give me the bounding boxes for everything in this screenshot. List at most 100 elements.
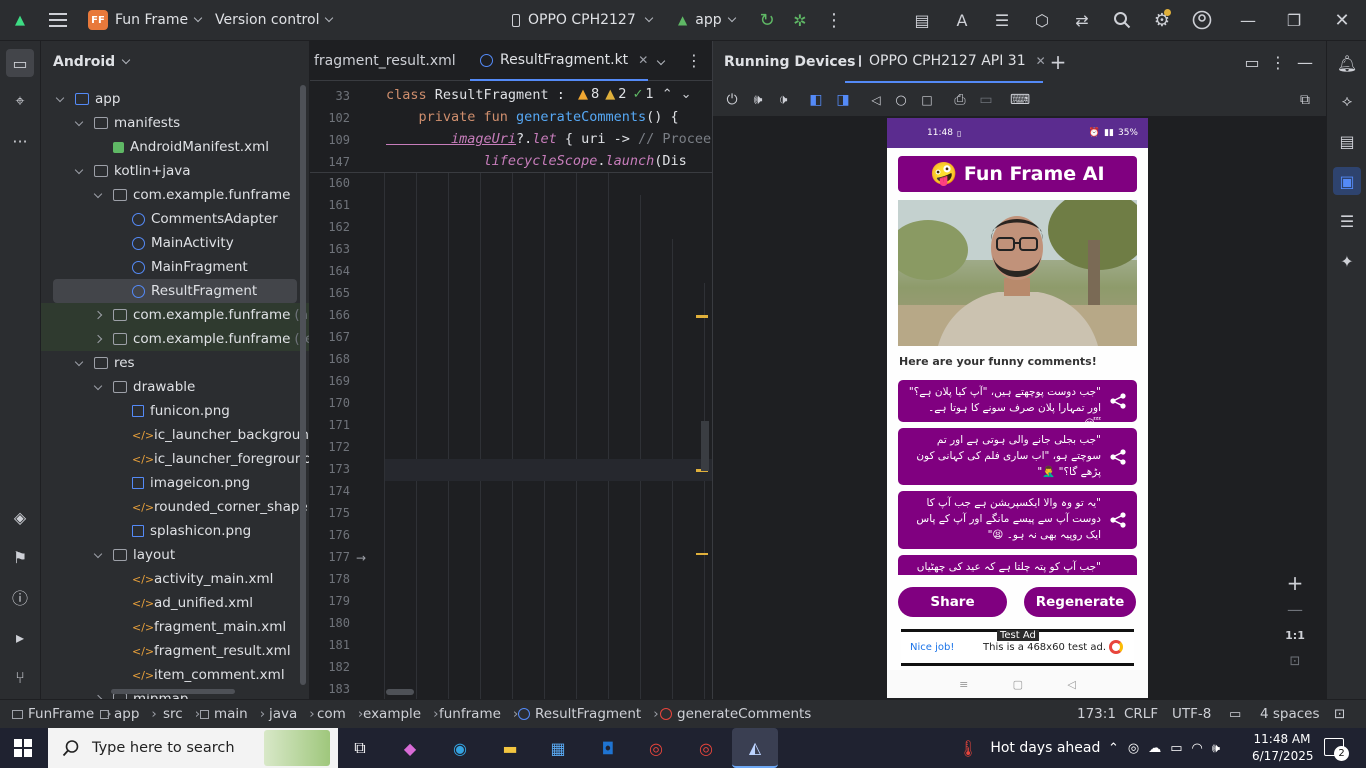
folding-arrow-icon[interactable]: → — [356, 551, 366, 565]
device-manager-icon[interactable]: ▤ — [910, 8, 934, 32]
tree-item[interactable]: </> rounded_corner_shape.xr — [41, 495, 309, 519]
volume-up-icon[interactable]: 🕪 — [747, 89, 769, 111]
sticky-code-line[interactable]: private fun generateComments() { — [386, 109, 679, 125]
share-icon[interactable] — [1109, 448, 1127, 466]
comment-card[interactable]: "جب آپ کو پتہ چلتا ہے کہ عید کی چھٹیاں — [898, 555, 1137, 575]
copilot-icon[interactable]: ◆ — [394, 732, 426, 764]
notifications-icon[interactable]: 🔔︎ — [1333, 49, 1361, 77]
tree-item[interactable]: kotlin+java — [41, 159, 309, 183]
tab-list-chevron-icon[interactable] — [656, 53, 672, 67]
sync-icon[interactable]: ⇄ — [1070, 8, 1094, 32]
tree-item[interactable]: manifests — [41, 111, 309, 135]
panel-options-icon[interactable]: ⋮ — [1267, 51, 1289, 73]
rotate-left-icon[interactable]: ◧ — [805, 89, 827, 111]
tree-item[interactable]: com.example.funframe(test — [41, 327, 309, 351]
translate-icon[interactable]: A — [950, 8, 974, 32]
home-icon[interactable]: ○ — [890, 89, 912, 111]
chrome-profile-icon[interactable]: ◎ — [690, 732, 722, 764]
breadcrumb-item[interactable]: funframe › — [434, 700, 518, 728]
test-ad-banner[interactable]: Test Ad Nice job! This is a 468x60 test … — [901, 629, 1134, 666]
back-icon[interactable]: ◁ — [865, 89, 887, 111]
breadcrumb-item[interactable]: main › — [200, 700, 265, 728]
comment-card[interactable]: "جب دوست پوچھتے ہیں، "آپ کیا پلان ہے؟" ا… — [898, 380, 1137, 430]
search-icon[interactable] — [1110, 8, 1134, 32]
zoom-fit-icon[interactable]: ⊡ — [1281, 649, 1309, 673]
breadcrumb-item[interactable]: FunFrame › — [12, 700, 112, 728]
chat-icon[interactable]: ▭ — [1229, 700, 1241, 728]
main-menu-icon[interactable] — [46, 8, 70, 32]
tree-item[interactable]: splashicon.png — [41, 519, 309, 543]
outlook-icon[interactable]: ◘ — [592, 732, 624, 764]
tree-item[interactable]: com.example.funframe(andr — [41, 303, 309, 327]
device-tab[interactable]: OPPO CPH2127 API 31 ✕ — [845, 41, 1046, 83]
collapsed-chevron-icon[interactable] — [93, 310, 103, 320]
minimize-icon[interactable]: — — [1236, 8, 1260, 32]
tree-item[interactable]: imageicon.png — [41, 471, 309, 495]
volume-down-icon[interactable]: 🕩 — [772, 89, 794, 111]
device-explorer-icon[interactable]: ▤ — [1333, 127, 1361, 155]
file-encoding[interactable]: UTF-8 — [1172, 700, 1211, 728]
expanded-chevron-icon[interactable] — [93, 189, 103, 198]
tree-item[interactable]: layout — [41, 543, 309, 567]
problems-icon[interactable]: ⓘ — [6, 583, 34, 611]
file-explorer-icon[interactable]: ▬ — [494, 732, 526, 764]
share-button[interactable]: Share — [898, 587, 1007, 617]
zoom-actual-size[interactable]: 1:1 — [1281, 623, 1309, 647]
regenerate-button[interactable]: Regenerate — [1024, 587, 1136, 617]
gemini-icon[interactable]: ◈ — [6, 503, 34, 531]
device-selector[interactable]: OPPO CPH2127 — [512, 0, 653, 40]
sticky-code-line[interactable]: class ResultFragment : — [386, 87, 573, 103]
collapsed-chevron-icon[interactable] — [93, 334, 103, 344]
tree-item[interactable]: drawable — [41, 375, 309, 399]
android-studio-taskbar-icon[interactable]: ◭ — [732, 728, 778, 768]
account-icon[interactable] — [1190, 8, 1214, 32]
tree-item[interactable]: </> activity_main.xml — [41, 567, 309, 591]
indent-setting[interactable]: 4 spaces — [1260, 700, 1320, 728]
terminal-icon[interactable]: ▸ — [6, 623, 34, 651]
git-icon[interactable]: ⑂ — [6, 663, 34, 691]
device-settings-icon[interactable]: ⧉ — [1294, 89, 1316, 111]
gemini-sparkle-icon[interactable]: ✦ — [1333, 247, 1361, 275]
expanded-chevron-icon[interactable] — [55, 93, 65, 102]
rotate-right-icon[interactable]: ◨ — [832, 89, 854, 111]
tree-item[interactable]: MainFragment — [41, 255, 309, 279]
more-tools-icon[interactable]: ··· — [6, 127, 34, 155]
device-screen[interactable]: 11:48 ▯ ⏰ ▮▮ 35% 🤪 Fun Frame AI Here are — [887, 118, 1148, 698]
tree-item[interactable]: funicon.png — [41, 399, 309, 423]
expanded-chevron-icon[interactable] — [93, 381, 103, 390]
resource-manager-icon[interactable]: ⌖ — [6, 87, 34, 115]
show-hidden-icons-chevron[interactable]: ⌃ — [1108, 741, 1119, 756]
share-icon[interactable] — [1109, 511, 1127, 529]
tree-item[interactable]: AndroidManifest.xml — [41, 135, 309, 159]
comment-card[interactable]: "جب بجلی جانے والی ہوتی ہے اور تم سوچتے … — [898, 428, 1137, 485]
caret-position[interactable]: 173:1 — [1077, 700, 1116, 728]
store-icon[interactable]: ▦ — [542, 732, 574, 764]
hide-panel-icon[interactable]: — — [1294, 51, 1316, 73]
line-separator[interactable]: CRLF — [1124, 700, 1158, 728]
breadcrumb-item[interactable]: ResultFragment › — [518, 700, 659, 728]
weather-widget[interactable]: 🌡︎ Hot days ahead — [958, 728, 1100, 768]
add-device-icon[interactable]: + — [1047, 50, 1069, 74]
project-view-selector[interactable]: Android — [53, 51, 131, 73]
read-only-icon[interactable]: ⊡ — [1334, 700, 1345, 728]
overview-icon[interactable]: □ — [916, 89, 938, 111]
tree-item[interactable]: CommentsAdapter — [41, 207, 309, 231]
tree-hscrollbar[interactable] — [111, 689, 235, 694]
comment-card[interactable]: "یہ تو وہ والا ایکسپریشن ہے جب آپ کا دوس… — [898, 491, 1137, 549]
prev-highlight-icon[interactable]: ⌃ — [662, 87, 673, 102]
power-icon[interactable]: ⏻ — [721, 89, 743, 111]
back-nav-icon[interactable]: ◁ — [1067, 678, 1075, 691]
tab-options-icon[interactable]: ⋮ — [686, 51, 702, 70]
speaker-icon[interactable]: 🕪 — [1212, 741, 1220, 756]
structure-icon[interactable]: ☰ — [1333, 207, 1361, 235]
next-highlight-icon[interactable]: ⌄ — [681, 87, 692, 102]
breadcrumb-item[interactable]: java › — [264, 700, 315, 728]
restore-icon[interactable]: ❐ — [1282, 8, 1306, 32]
tree-item[interactable]: </> fragment_main.xml — [41, 615, 309, 639]
tree-scrollbar[interactable] — [300, 85, 306, 685]
tab-fragment-result[interactable]: fragment_result.xml — [314, 41, 456, 81]
expanded-chevron-icon[interactable] — [74, 165, 84, 174]
project-tool-icon[interactable]: ▭ — [6, 49, 34, 77]
zoom-out-icon[interactable]: — — [1281, 597, 1309, 621]
maximize-panel-icon[interactable]: ▭ — [1241, 51, 1263, 73]
